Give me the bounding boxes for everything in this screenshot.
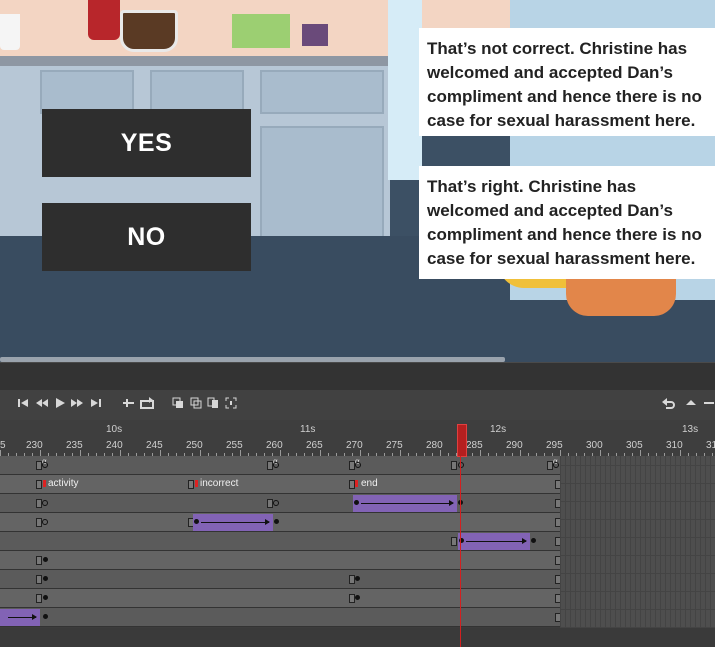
step-forward-icon[interactable] <box>70 397 84 411</box>
step-back-icon[interactable] <box>35 397 49 411</box>
label-flag-icon <box>43 480 46 487</box>
second-marker: 11s <box>300 424 316 435</box>
layer-row[interactable] <box>0 513 561 532</box>
motion-tween[interactable] <box>0 609 40 626</box>
kettle-graphic <box>88 0 120 40</box>
frame-label-incorrect: incorrect <box>200 478 239 489</box>
label-flag-icon <box>355 480 358 487</box>
second-marker: 12s <box>490 424 507 435</box>
motion-tween[interactable] <box>458 533 530 550</box>
feedback-incorrect-box: That’s not correct. Christine has welcom… <box>419 28 715 136</box>
layer-row[interactable] <box>0 589 561 608</box>
center-frame-icon[interactable] <box>225 397 237 411</box>
green-box-graphic <box>232 14 290 48</box>
last-frame-icon[interactable] <box>90 397 102 411</box>
panel-menu-icon[interactable] <box>704 397 714 411</box>
timeline-header-bar <box>0 362 715 391</box>
second-marker: 10s <box>106 424 123 435</box>
mug-graphic <box>0 14 20 50</box>
playhead-handle[interactable] <box>457 424 467 457</box>
water-cooler-graphic <box>388 0 422 180</box>
layer-row-labels[interactable]: activity incorrect end <box>0 475 561 494</box>
timeline-layers[interactable]: α α α α activity incorrect end <box>0 456 715 647</box>
feedback-correct-box: That’s right. Christine has welcomed and… <box>419 166 715 279</box>
collapse-icon[interactable] <box>685 397 697 411</box>
frame-label-end: end <box>361 478 378 489</box>
stage-canvas: YES NO That’s not correct. Christine has… <box>0 0 715 362</box>
layer-row[interactable] <box>0 570 561 589</box>
edit-multiple-icon[interactable] <box>207 397 219 411</box>
loop-icon[interactable] <box>122 397 135 411</box>
second-marker: 13s <box>682 424 699 435</box>
motion-tween[interactable] <box>193 514 273 531</box>
label-flag-icon <box>195 480 198 487</box>
yes-button[interactable]: YES <box>42 109 251 177</box>
layer-row[interactable] <box>0 608 561 627</box>
timeline-footer <box>0 628 715 647</box>
layer-row[interactable] <box>0 494 561 513</box>
frame-number: 31 <box>706 440 715 451</box>
frame-label-activity: activity <box>48 478 79 489</box>
play-icon[interactable] <box>54 397 66 411</box>
motion-tween[interactable] <box>353 495 457 512</box>
sync-icon[interactable] <box>140 397 154 411</box>
undo-icon[interactable] <box>662 397 675 411</box>
layer-row-actions[interactable]: α α α α <box>0 456 560 475</box>
onion-skin-icon[interactable] <box>172 397 184 411</box>
purple-box-graphic <box>302 24 328 46</box>
layer-row[interactable] <box>0 551 561 570</box>
first-frame-icon[interactable] <box>17 397 29 411</box>
timeline-ruler[interactable]: 10s 11s 12s 13s 5 230 235 240 245 250 255 260 26… <box>0 420 715 456</box>
layer-row[interactable] <box>0 532 561 551</box>
onion-outline-icon[interactable] <box>190 397 202 411</box>
timeline-toolbar <box>0 390 715 420</box>
empty-frames-area[interactable] <box>560 456 715 628</box>
coffee-pot-graphic <box>120 10 178 52</box>
no-button[interactable]: NO <box>42 203 251 271</box>
playhead-line[interactable] <box>460 456 461 647</box>
